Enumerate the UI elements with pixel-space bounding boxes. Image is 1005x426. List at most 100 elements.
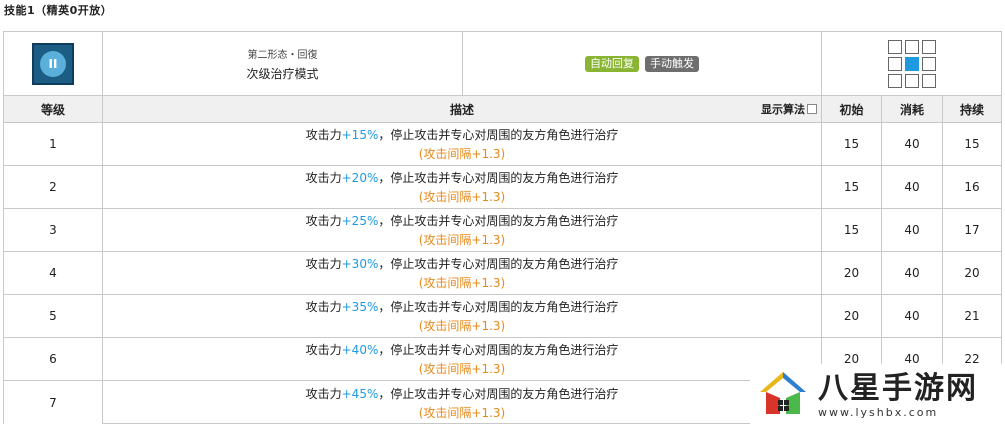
header-initial: 初始 [822, 96, 882, 122]
row-cost: 40 [882, 166, 943, 208]
row-level: 1 [4, 123, 103, 165]
description-text: 攻击力+30%，停止攻击并专心对周围的友方角色进行治疗 [306, 255, 619, 272]
description-suffix: ，停止攻击并专心对周围的友方角色进行治疗 [378, 257, 619, 271]
tag-auto-recover: 自动回复 [585, 55, 639, 72]
row-description: 攻击力+45%，停止攻击并专心对周围的友方角色进行治疗 (攻击间隔+1.3) [103, 381, 822, 424]
description-note: (攻击间隔+1.3) [418, 147, 506, 161]
description-text: 攻击力+35%，停止攻击并专心对周围的友方角色进行治疗 [306, 298, 619, 315]
range-cell [904, 73, 919, 88]
row-initial: 20 [822, 295, 882, 337]
range-cell [921, 73, 936, 88]
show-algorithm-label: 显示算法 [761, 103, 805, 116]
table-row: 5 攻击力+35%，停止攻击并专心对周围的友方角色进行治疗 (攻击间隔+1.3) 20… [4, 295, 1001, 338]
description-text: 攻击力+20%，停止攻击并专心对周围的友方角色进行治疗 [306, 169, 619, 186]
row-cost: 40 [882, 252, 943, 294]
row-duration: 16 [964, 180, 980, 194]
tag-manual-trigger: 手动触发 [645, 55, 699, 72]
description-value: +30% [341, 257, 379, 271]
description-prefix: 攻击力 [305, 214, 342, 228]
show-algorithm-toggle[interactable]: 显示算法 [761, 101, 817, 117]
skill-header-row: II 第二形态・回復 次级治疗模式 自动回复 手动触发 [4, 32, 1001, 96]
skill-sub-label: 第二形态・回復 [247, 49, 318, 61]
description-text: 攻击力+40%，停止攻击并专心对周围的友方角色进行治疗 [306, 341, 619, 358]
table-row: 3 攻击力+25%，停止攻击并专心对周围的友方角色进行治疗 (攻击间隔+1.3) 15… [4, 209, 1001, 252]
description-prefix: 攻击力 [305, 257, 342, 271]
header-duration: 持续 [959, 102, 984, 117]
description-suffix: ，停止攻击并专心对周围的友方角色进行治疗 [378, 300, 619, 314]
row-description: 攻击力+25%，停止攻击并专心对周围的友方角色进行治疗 (攻击间隔+1.3) [103, 209, 822, 251]
description-prefix: 攻击力 [305, 171, 342, 185]
range-cell [887, 39, 902, 54]
description-value: +40% [341, 343, 379, 357]
row-level: 5 [4, 295, 103, 337]
range-cell [887, 56, 902, 71]
description-note: (攻击间隔+1.3) [418, 362, 506, 376]
row-description: 攻击力+30%，停止攻击并专心对周围的友方角色进行治疗 (攻击间隔+1.3) [103, 252, 822, 294]
description-text: 攻击力+45%，停止攻击并专心对周围的友方角色进行治疗 [306, 385, 619, 402]
watermark-url: www.lyshbx.com [818, 405, 939, 419]
range-cell [904, 39, 919, 54]
header-cost: 消耗 [882, 96, 943, 122]
row-cost: 40 [882, 123, 943, 165]
watermark-title: 八星手游网 [818, 370, 978, 406]
skill-icon-cell: II [4, 32, 103, 95]
row-description: 攻击力+35%，停止攻击并专心对周围的友方角色进行治疗 (攻击间隔+1.3) [103, 295, 822, 337]
site-watermark: 八星手游网 www.lyshbx.com [750, 364, 1005, 426]
skill-icon: II [32, 42, 74, 85]
description-suffix: ，停止攻击并专心对周围的友方角色进行治疗 [378, 386, 619, 401]
description-value: +15% [341, 128, 379, 142]
row-cost: 40 [882, 295, 943, 337]
row-initial: 15 [822, 166, 882, 208]
description-note: (攻击间隔+1.3) [418, 233, 506, 247]
skill-range-cell [822, 32, 1001, 95]
description-value: +20% [341, 171, 379, 185]
range-cell [887, 73, 902, 88]
description-note: (攻击间隔+1.3) [418, 319, 506, 333]
description-value: +45% [341, 386, 379, 401]
row-description: 攻击力+40%，停止攻击并专心对周围的友方角色进行治疗 (攻击间隔+1.3) [103, 338, 822, 380]
description-suffix: ，停止攻击并专心对周围的友方角色进行治疗 [378, 171, 619, 185]
description-prefix: 攻击力 [305, 128, 342, 142]
description-suffix: ，停止攻击并专心对周围的友方角色进行治疗 [378, 214, 619, 228]
row-description: 攻击力+15%，停止攻击并专心对周围的友方角色进行治疗 (攻击间隔+1.3) [103, 123, 822, 165]
row-duration: 15 [964, 137, 980, 151]
range-cell-self [904, 56, 919, 71]
skill-tags-cell: 自动回复 手动触发 [463, 32, 822, 95]
description-text: 攻击力+25%，停止攻击并专心对周围的友方角色进行治疗 [306, 212, 619, 229]
description-text: 攻击力+15%，停止攻击并专心对周围的友方角色进行治疗 [306, 126, 619, 143]
description-note: (攻击间隔+1.3) [418, 405, 506, 420]
range-grid [887, 39, 936, 88]
row-duration: 17 [964, 223, 980, 237]
description-note: (攻击间隔+1.3) [418, 276, 506, 290]
row-initial: 15 [822, 209, 882, 251]
row-level: 7 [4, 381, 103, 424]
show-algorithm-checkbox[interactable] [807, 104, 817, 114]
row-level: 4 [4, 252, 103, 294]
description-prefix: 攻击力 [305, 300, 342, 314]
description-suffix: ，停止攻击并专心对周围的友方角色进行治疗 [378, 128, 619, 142]
table-header-row: 等级 描述 显示算法 初始 消耗 持续 [4, 96, 1001, 123]
row-duration: 20 [964, 266, 980, 280]
description-prefix: 攻击力 [305, 386, 342, 401]
row-duration: 21 [964, 309, 980, 323]
row-cost: 40 [882, 209, 943, 251]
row-initial: 20 [822, 252, 882, 294]
table-row: 1 攻击力+15%，停止攻击并专心对周围的友方角色进行治疗 (攻击间隔+1.3) 15… [4, 123, 1001, 166]
row-level: 2 [4, 166, 103, 208]
table-row: 4 攻击力+30%，停止攻击并专心对周围的友方角色进行治疗 (攻击间隔+1.3) 20… [4, 252, 1001, 295]
description-value: +25% [341, 214, 379, 228]
header-level: 等级 [4, 96, 103, 122]
site-logo-icon [756, 368, 810, 422]
range-cell [921, 56, 936, 71]
skill-name-cell: 第二形态・回復 次级治疗模式 [103, 32, 463, 95]
row-description: 攻击力+20%，停止攻击并专心对周围的友方角色进行治疗 (攻击间隔+1.3) [103, 166, 822, 208]
section-title: 技能1（精英0开放） [4, 4, 113, 17]
description-suffix: ，停止攻击并专心对周围的友方角色进行治疗 [378, 343, 619, 357]
header-description-cell: 描述 显示算法 [103, 96, 822, 122]
header-description: 描述 [449, 102, 474, 117]
description-prefix: 攻击力 [305, 343, 342, 357]
row-initial: 15 [822, 123, 882, 165]
range-cell [921, 39, 936, 54]
description-note: (攻击间隔+1.3) [418, 190, 506, 204]
table-row: 2 攻击力+20%，停止攻击并专心对周围的友方角色进行治疗 (攻击间隔+1.3) 15… [4, 166, 1001, 209]
